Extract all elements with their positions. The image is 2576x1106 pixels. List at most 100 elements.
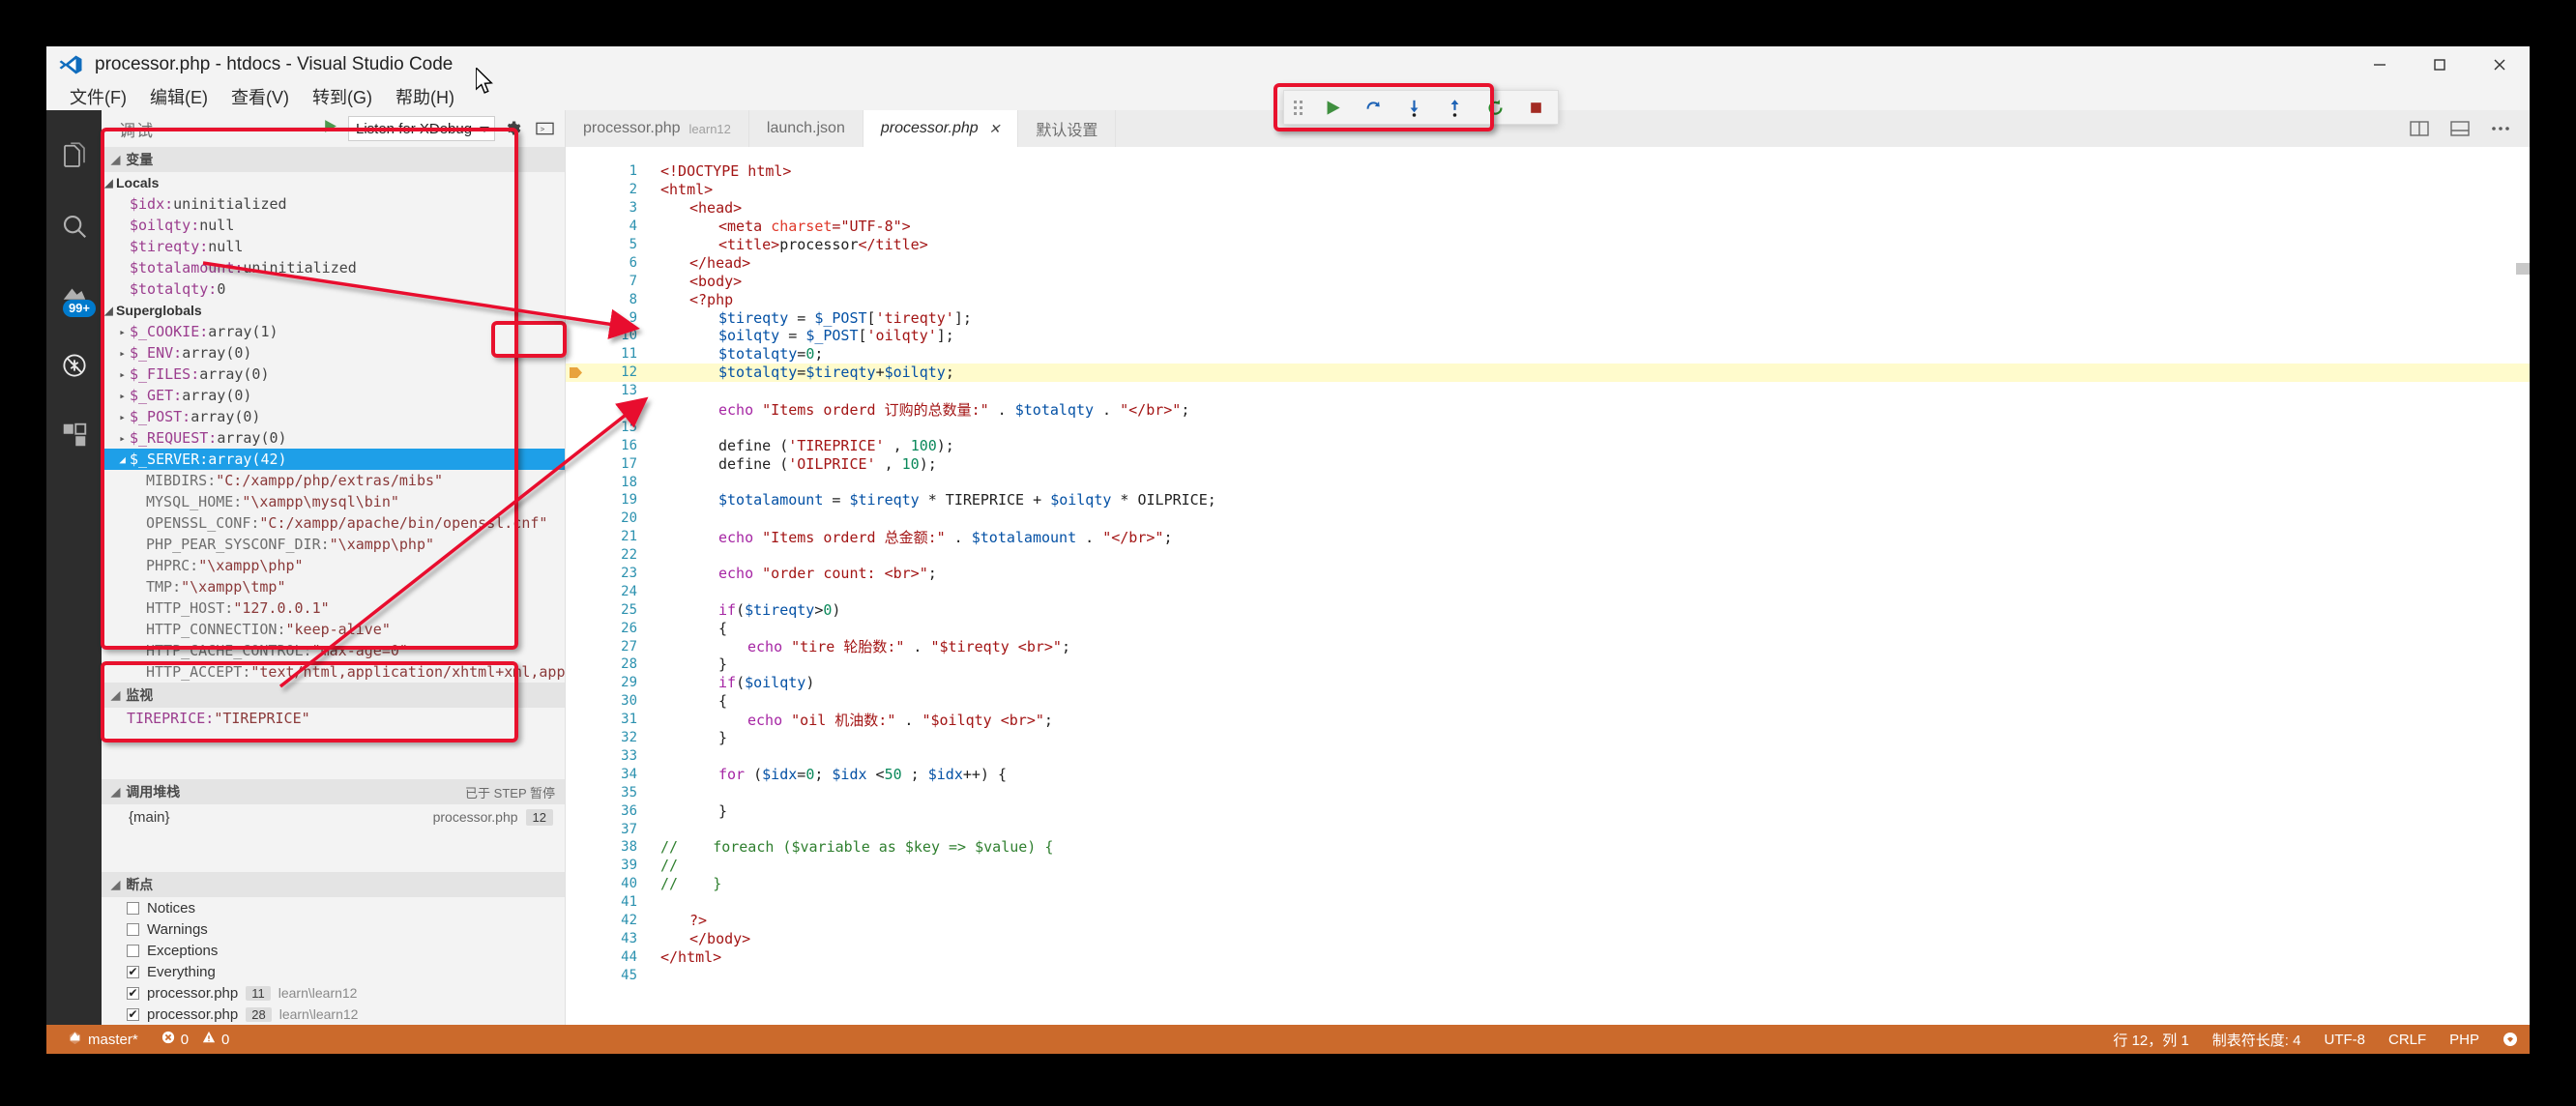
server-variable-row[interactable]: HTTP_ACCEPT: "text/html,application/xhtm… (102, 661, 565, 683)
code-line[interactable]: 9 $tireqty = $_POST['tireqty']; (566, 308, 2530, 327)
breakpoint-checkbox[interactable] (127, 1007, 139, 1021)
breakpoints-list[interactable]: Notices Warnings Exceptions Everything proce… (102, 897, 565, 1025)
server-variable-row[interactable]: MYSQL_HOME: "\xampp\mysql\bin" (102, 491, 565, 512)
editor-tab[interactable]: processor.php ✕ (863, 110, 1019, 147)
step-over-icon[interactable] (1361, 95, 1386, 120)
twisty-icon[interactable]: ▸ (115, 390, 130, 402)
code-line[interactable]: 8 <?php (566, 290, 2530, 308)
code-line[interactable]: 17 define ('OILPRICE' , 10); (566, 454, 2530, 473)
code-line[interactable]: 1 <!DOCTYPE html> (566, 162, 2530, 181)
editor-tab[interactable]: launch.json (748, 110, 864, 147)
code-line[interactable]: 16 define ('TIREPRICE' , 100); (566, 436, 2530, 454)
breakpoints-panel-header[interactable]: ◢ 断点 (102, 872, 565, 897)
toggle-panel-icon[interactable] (2448, 117, 2472, 140)
code-line[interactable]: 22 (566, 546, 2530, 565)
twisty-icon[interactable]: ▸ (115, 411, 130, 423)
variable-row[interactable]: ▸ $_ENV: array(0) (102, 342, 565, 364)
encoding[interactable]: UTF-8 (2312, 1032, 2377, 1048)
menu-view[interactable]: 查看(V) (221, 82, 303, 111)
code-line[interactable]: 34 for ($idx=0; $idx <50 ; $idx++) { (566, 765, 2530, 783)
feedback-icon[interactable] (2491, 1032, 2530, 1047)
minimize-icon[interactable] (2350, 46, 2410, 83)
variable-row[interactable]: ▸ $_POST: array(0) (102, 406, 565, 427)
menu-edit[interactable]: 编辑(E) (140, 82, 221, 111)
variable-row[interactable]: $totalamount: uninitialized (102, 257, 565, 278)
server-variable-row[interactable]: OPENSSL_CONF: "C:/xampp/apache/bin/opens… (102, 512, 565, 534)
code-line[interactable]: 37 (566, 820, 2530, 838)
code-line[interactable]: 31 echo "oil 机油数:" . "$oilqty <br>"; (566, 711, 2530, 729)
code-line[interactable]: 36} (566, 801, 2530, 820)
step-into-icon[interactable] (1401, 95, 1426, 120)
start-debug-icon[interactable] (322, 118, 338, 139)
watch-row[interactable]: TIREPRICE: "TIREPRICE" (102, 708, 565, 729)
explorer-icon[interactable] (46, 122, 102, 191)
code-line[interactable]: 5 <title>processor</title> (566, 236, 2530, 254)
code-line[interactable]: 15 (566, 418, 2530, 436)
step-out-icon[interactable] (1442, 95, 1467, 120)
server-variable-row[interactable]: HTTP_CONNECTION: "keep-alive" (102, 619, 565, 640)
open-console-icon[interactable]: > (532, 116, 557, 141)
code-line[interactable]: 23 echo "order count: <br>"; (566, 565, 2530, 583)
search-icon[interactable] (46, 191, 102, 261)
variable-scope-locals[interactable]: ◢ Locals (102, 172, 565, 193)
server-variable-row[interactable]: MIBDIRS: "C:/xampp/php/extras/mibs" (102, 470, 565, 491)
extensions-icon[interactable] (46, 400, 102, 470)
twisty-icon[interactable]: ▸ (115, 432, 130, 445)
twisty-icon[interactable]: ▸ (115, 368, 130, 381)
breakpoint-row[interactable]: Notices (102, 897, 565, 918)
language-mode[interactable]: PHP (2438, 1032, 2491, 1048)
code-line[interactable]: 40 // } (566, 875, 2530, 893)
variable-row[interactable]: $totalqty: 0 (102, 278, 565, 300)
cursor-position[interactable]: 行 12，列 1 (2101, 1030, 2200, 1050)
code-line[interactable]: 35 (566, 783, 2530, 801)
breakpoint-row[interactable]: Everything (102, 961, 565, 982)
stop-icon[interactable] (1523, 95, 1548, 120)
variable-row[interactable]: ▸ $_FILES: array(0) (102, 364, 565, 385)
code-line[interactable]: 44 </html> (566, 947, 2530, 966)
breakpoint-row[interactable]: Exceptions (102, 940, 565, 961)
variable-row[interactable]: $idx: uninitialized (102, 193, 565, 215)
debug-icon[interactable] (46, 331, 102, 400)
code-line[interactable]: 29 if($oilqty) (566, 674, 2530, 692)
watch-panel-header[interactable]: ◢ 监视 (102, 683, 565, 708)
code-line[interactable]: 28} (566, 655, 2530, 674)
variables-panel-header[interactable]: ◢ 变量 (102, 147, 565, 172)
code-line[interactable]: 12 $totalqty=$tireqty+$oilqty; (566, 363, 2530, 382)
code-line[interactable]: 11 $totalqty=0; (566, 345, 2530, 364)
variable-scope-superglobals[interactable]: ◢ Superglobals (102, 300, 565, 321)
code-line[interactable]: 13 (566, 382, 2530, 400)
breakpoint-checkbox[interactable] (127, 944, 139, 957)
server-variable-row[interactable]: PHPRC: "\xampp\php" (102, 555, 565, 576)
code-line[interactable]: 45 (566, 966, 2530, 984)
callstack-row[interactable]: {main} processor.php 12 (102, 804, 565, 830)
watch-list[interactable]: TIREPRICE: "TIREPRICE" (102, 708, 565, 779)
callstack-list[interactable]: {main} processor.php 12 (102, 804, 565, 830)
server-variable-row[interactable]: TMP: "\xampp\tmp" (102, 576, 565, 597)
code-line[interactable]: 26 { (566, 619, 2530, 637)
code-line[interactable]: 6 </head> (566, 253, 2530, 272)
twisty-icon[interactable]: ◢ (115, 453, 130, 466)
code-line[interactable]: 2 <html> (566, 181, 2530, 199)
breakpoint-checkbox[interactable] (127, 922, 139, 936)
variables-list[interactable]: ◢ Locals $idx: uninitialized $oilqty: null $… (102, 172, 565, 683)
code-line[interactable]: 7 <body> (566, 272, 2530, 290)
code-line[interactable]: 32} (566, 729, 2530, 747)
scrollbar-thumb[interactable] (2516, 263, 2530, 275)
code-editor[interactable]: 1 <!DOCTYPE html> 2 <html> 3 <head> 4 <meta cha… (566, 147, 2530, 1025)
code-line[interactable]: 14 echo "Items orderd 订购的总数量:" . $totalqt… (566, 400, 2530, 419)
twisty-icon[interactable]: ▸ (115, 347, 130, 360)
breakpoint-checkbox[interactable] (127, 901, 139, 915)
breakpoint-row[interactable]: Warnings (102, 918, 565, 940)
code-line[interactable]: 18 (566, 473, 2530, 491)
variable-row[interactable]: $tireqty: null (102, 236, 565, 257)
problems-status[interactable]: 0 0 (150, 1031, 242, 1048)
close-icon[interactable] (2470, 46, 2530, 83)
server-variable-row[interactable]: HTTP_CACHE_CONTROL: "max-age=0" (102, 640, 565, 661)
code-line[interactable]: 38 // foreach ($variable as $key => $valu… (566, 838, 2530, 857)
menu-help[interactable]: 帮助(H) (386, 82, 468, 111)
close-icon[interactable]: ✕ (989, 121, 1001, 137)
menu-file[interactable]: 文件(F) (60, 82, 140, 111)
editor-tab[interactable]: processor.php learn12 (566, 110, 749, 147)
source-control-icon[interactable]: 99+ (46, 261, 102, 331)
breakpoint-checkbox[interactable] (127, 986, 139, 1000)
